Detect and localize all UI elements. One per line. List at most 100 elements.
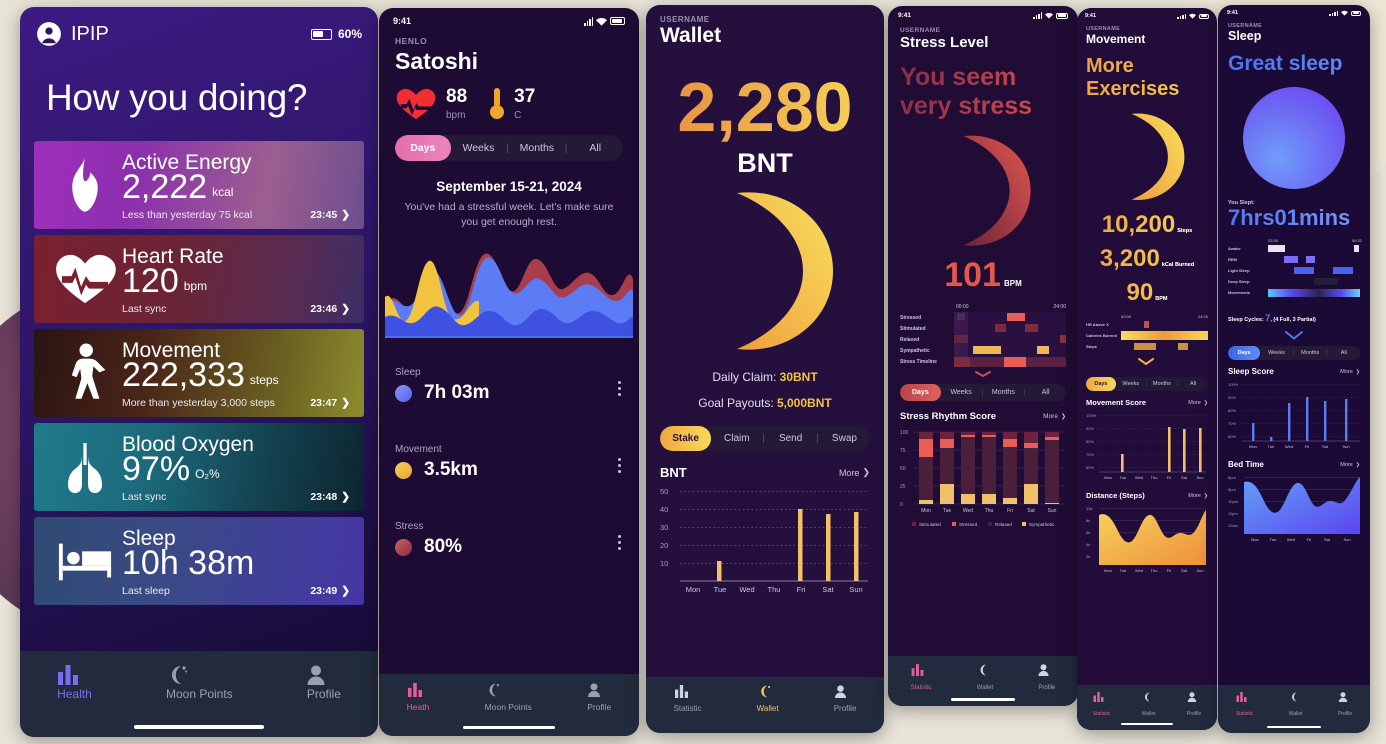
nav-item-moon-points[interactable]: Moon Points [166, 665, 233, 703]
metric-menu-icon[interactable] [618, 458, 621, 474]
tab-swap[interactable]: Swap [819, 426, 870, 451]
nav-item-moon-points[interactable]: Moon Points [485, 683, 532, 715]
nav-item-wallet[interactable]: Wallet [1142, 692, 1156, 720]
card-active-energy[interactable]: Active Energy 2,222 kcal Less than yester… [34, 141, 364, 229]
more-link[interactable]: More ❯ [1340, 369, 1360, 375]
nav-item-statistic[interactable]: Statistic [911, 664, 932, 694]
tab-weeks[interactable]: Weeks [1116, 377, 1146, 391]
tab-weeks[interactable]: Weeks [941, 384, 982, 401]
tab-all[interactable]: All [1328, 346, 1360, 360]
more-link[interactable]: More ❯ [1188, 493, 1208, 499]
nav-item-profile[interactable]: Profile [587, 683, 611, 715]
vital-temperature[interactable]: 37 C [489, 87, 535, 121]
tab-weeks[interactable]: Weeks [1260, 346, 1292, 360]
metric-stress[interactable]: Stress 80% [379, 521, 639, 558]
phone-screen-stress: 9:41 USERNAME Stress Level You seem very… [888, 6, 1078, 706]
section-title: Sleep Score [1228, 367, 1274, 377]
tab-send[interactable]: Send [765, 426, 816, 451]
nav-item-statistic[interactable]: Statistic [1093, 692, 1110, 720]
tab-months[interactable]: Months [983, 384, 1024, 401]
svg-text:0: 0 [900, 502, 903, 508]
bar-chart-icon [1236, 692, 1254, 702]
stat-bpm: 90 BPM [1077, 281, 1217, 305]
metric-sleep[interactable]: Sleep 7h 03m [379, 367, 639, 404]
tab-claim[interactable]: Claim [711, 426, 762, 451]
nav-item-profile[interactable]: Profile [1338, 692, 1352, 720]
nav-item-statistic[interactable]: Statistic [674, 685, 702, 716]
more-link[interactable]: More ❯ [1043, 413, 1066, 420]
svg-text:9pm: 9pm [1228, 487, 1236, 492]
wallet-action-tabs[interactable]: Stake Claim | Send | Swap [660, 426, 870, 451]
more-link[interactable]: More ❯ [839, 467, 870, 478]
range-tabs[interactable]: Days Weeks | Months | All [900, 384, 1066, 401]
card-blood-oxygen[interactable]: Blood Oxygen 97% O₂% Last sync 23:48 ❯ [34, 423, 364, 511]
stress-hero-text: You seem very stress [888, 51, 1078, 120]
svg-text:Deep Sleep: Deep Sleep [1228, 279, 1250, 284]
tab-all[interactable]: All [1178, 377, 1208, 391]
nav-item-statistic[interactable]: Statistic [1236, 692, 1254, 720]
card-sleep[interactable]: Sleep 10h 38m Last sleep 23:49 ❯ [34, 517, 364, 605]
chevron-down-icon [1138, 358, 1154, 366]
week-range-title: September 15-21, 2024 [436, 179, 582, 194]
vital-heart-rate[interactable]: 88 bpm [395, 87, 467, 121]
expand-chevron[interactable] [1218, 331, 1370, 341]
chevron-right-icon: ❯ [341, 209, 350, 221]
nav-item-heath[interactable]: Heath [407, 683, 429, 715]
nav-item-wallet[interactable]: Wallet [977, 664, 993, 694]
vital-value: 37 [514, 86, 536, 107]
chevron-right-icon: ❯ [1355, 368, 1360, 375]
svg-text:10k: 10k [1086, 506, 1092, 511]
card-subtitle: Last sync [122, 303, 167, 315]
metric-menu-icon[interactable] [618, 535, 621, 551]
tab-stake[interactable]: Stake [660, 426, 712, 451]
phone-screen-sleep: 9:41 USERNAME Sleep Great sleep You Slep… [1218, 5, 1370, 733]
svg-text:Mon: Mon [686, 585, 701, 594]
tab-days[interactable]: Days [900, 384, 941, 401]
distance-header: Distance (Steps) More ❯ [1077, 491, 1217, 500]
greeting-eyebrow: HENLO [395, 36, 428, 46]
tab-days[interactable]: Days [1086, 377, 1116, 391]
svg-text:Stimulated: Stimulated [919, 522, 941, 527]
tab-months[interactable]: Months [509, 135, 565, 161]
tab-months[interactable]: Months [1294, 346, 1326, 360]
svg-text:100: 100 [900, 430, 909, 436]
svg-text:25: 25 [900, 484, 906, 490]
svg-text:Tue: Tue [1270, 537, 1278, 542]
account-icon[interactable] [36, 21, 62, 47]
range-tabs[interactable]: Days Weeks | Months | All [1228, 346, 1360, 361]
more-link[interactable]: More ❯ [1340, 462, 1360, 468]
nav-label: Wallet [1141, 711, 1156, 717]
range-tabs[interactable]: Days Weeks | Months | All [395, 135, 623, 161]
metric-menu-icon[interactable] [618, 381, 621, 397]
battery-percent: 60% [337, 27, 362, 41]
more-link[interactable]: More ❯ [1188, 400, 1208, 406]
nav-item-wallet[interactable]: Wallet [757, 685, 779, 716]
tab-all[interactable]: All [1025, 384, 1066, 401]
nav-item-profile[interactable]: Profile [307, 665, 341, 703]
svg-text:70%: 70% [1086, 452, 1094, 457]
range-tabs[interactable]: Days Weeks | Months | All [1086, 377, 1208, 391]
stress-rhythm-stacked-chart: 100 75 50 25 0 Mon Tue Wed Thu Fri Sat Sun Stimu… [900, 430, 1064, 527]
nav-item-wallet[interactable]: Wallet [1289, 692, 1303, 720]
tab-months[interactable]: Months [1147, 377, 1177, 391]
nav-item-profile[interactable]: Profile [1038, 664, 1055, 694]
nav-label: Moon Points [165, 687, 233, 701]
wifi-icon [1045, 12, 1053, 19]
sleep-header: USERNAME Sleep [1218, 16, 1370, 43]
status-time: 9:41 [898, 12, 912, 19]
section-title: Distance (Steps) [1086, 491, 1145, 500]
card-movement[interactable]: Movement 222,333 steps More than yesterda… [34, 329, 364, 417]
card-heart-rate[interactable]: Heart Rate 120 bpm Last sync 23:46 ❯ [34, 235, 364, 323]
battery-icon [1199, 13, 1209, 19]
tab-days[interactable]: Days [395, 135, 451, 161]
card-unit: steps [249, 373, 279, 387]
nav-item-profile[interactable]: Profile [1187, 692, 1201, 720]
tab-days[interactable]: Days [1228, 346, 1261, 361]
metric-movement[interactable]: Movement 3.5km [379, 444, 639, 481]
sleep-score-header: Sleep Score More ❯ [1218, 367, 1370, 376]
nav-item-health[interactable]: Health [57, 665, 92, 703]
tab-weeks[interactable]: Weeks [451, 135, 507, 161]
nav-item-profile[interactable]: Profile [834, 685, 856, 716]
tab-all[interactable]: All [567, 135, 623, 161]
nav-label: Wallet [756, 704, 779, 713]
